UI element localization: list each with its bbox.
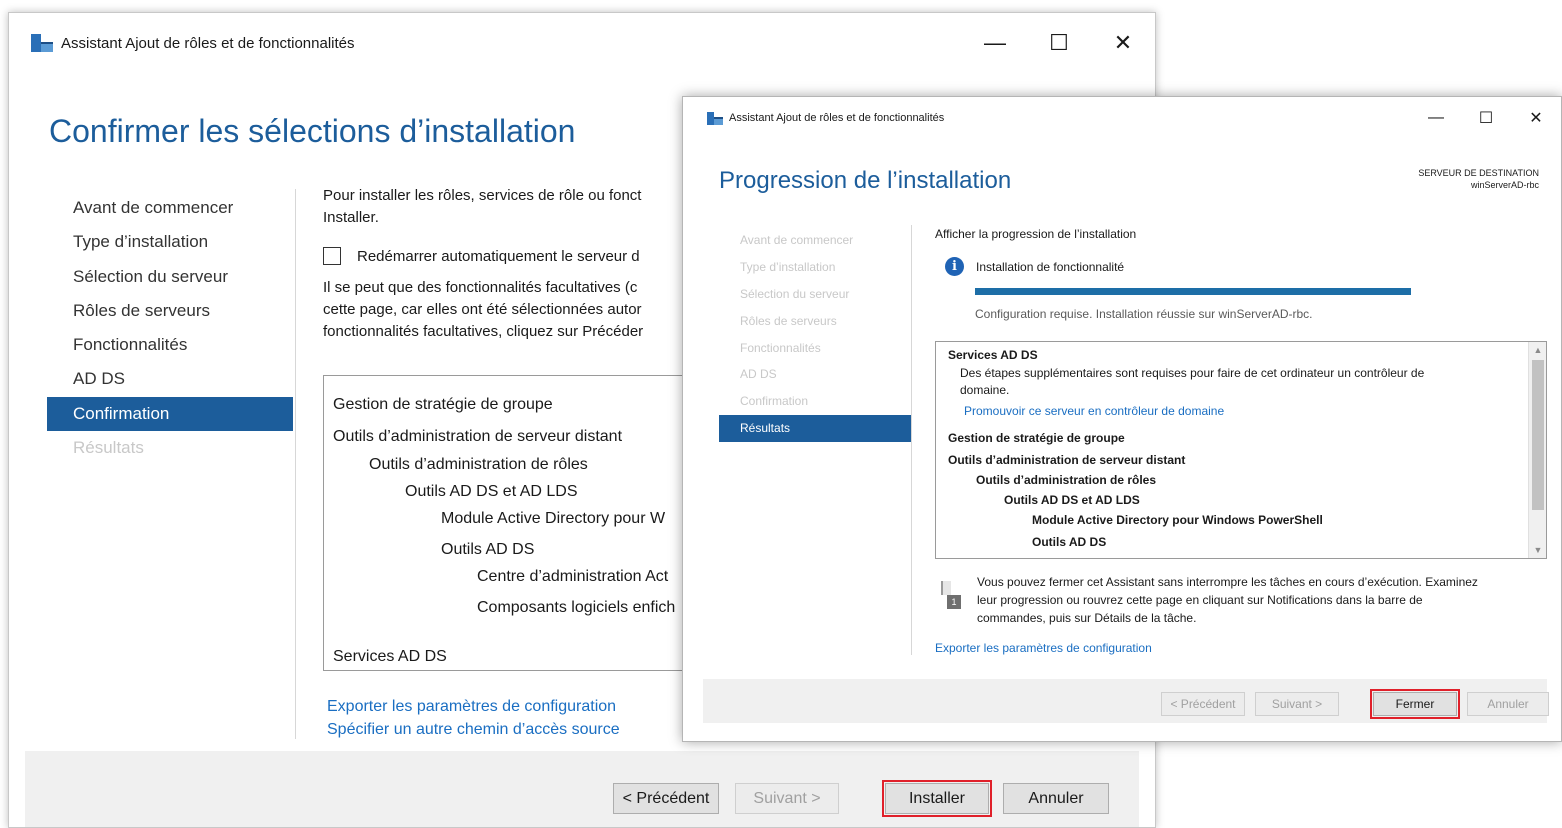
page-title: Confirmer les sélections d’installation <box>49 113 576 149</box>
export-settings-link[interactable]: Exporter les paramètres de configuration <box>935 641 1152 655</box>
nav-item-confirmation[interactable]: Confirmation <box>47 396 293 432</box>
server-manager-icon <box>31 34 53 52</box>
intro-text: Pour installer les rôles, services de rô… <box>323 187 642 226</box>
nav-item-installation-type[interactable]: Type d’installation <box>47 225 293 259</box>
window-controls: — ☐ ✕ <box>963 13 1155 73</box>
destination-server: SERVEUR DE DESTINATION winServerAD-rbc <box>1418 167 1539 191</box>
nav-divider <box>295 189 296 739</box>
minimize-icon[interactable]: — <box>963 23 1027 63</box>
window-title: Assistant Ajout de rôles et de fonctionn… <box>61 34 355 52</box>
links: Exporter les paramètres de configuration… <box>327 695 620 741</box>
close-icon[interactable]: ✕ <box>1511 103 1561 133</box>
page-title: Progression de l’installation <box>719 167 1012 194</box>
maximize-icon[interactable]: ☐ <box>1461 103 1511 133</box>
list-item: Centre d’administration Act <box>477 568 669 585</box>
nav-item-server-roles[interactable]: Rôles de serveurs <box>47 294 293 328</box>
restart-checkbox-label[interactable]: Redémarrer automatiquement le serveur d <box>357 248 640 265</box>
destination-label: SERVEUR DE DESTINATION <box>1418 168 1539 178</box>
list-item: Outils AD DS <box>441 541 535 558</box>
vertical-scrollbar[interactable]: ▲ ▼ <box>1528 342 1546 558</box>
info-icon: i <box>945 257 964 276</box>
list-item: Outils d’administration de rôles <box>976 473 1157 487</box>
restart-checkbox[interactable] <box>323 247 341 265</box>
list-item: domaine. <box>960 383 1010 397</box>
next-button: Suivant > <box>735 783 839 814</box>
list-item: Gestion de stratégie de groupe <box>333 396 553 413</box>
notification-flag-icon: 1 <box>939 581 963 611</box>
server-manager-icon <box>707 111 723 125</box>
title-bar[interactable]: Assistant Ajout de rôles et de fonctionn… <box>683 97 1561 139</box>
nav-divider <box>911 225 912 655</box>
progress-bar-fill <box>975 288 1411 295</box>
nav-item-server-roles: Rôles de serveurs <box>740 313 837 328</box>
list-item: Composants logiciels enfich <box>477 599 676 616</box>
nav-item-confirmation: Confirmation <box>740 394 809 409</box>
list-item: Module Active Directory pour W <box>441 510 666 527</box>
wizard-nav: Avant de commencer Type d’installation S… <box>47 191 293 465</box>
list-item: Services AD DS <box>333 648 447 665</box>
nav-item-before-you-begin: Avant de commencer <box>740 233 854 247</box>
scroll-up-icon[interactable]: ▲ <box>1529 342 1546 358</box>
nav-item-installation-type: Type d’installation <box>740 259 836 274</box>
close-button[interactable]: Fermer <box>1370 689 1460 719</box>
cancel-button[interactable]: Annuler <box>1003 783 1109 814</box>
scrollbar-thumb[interactable] <box>1532 360 1544 510</box>
alternate-source-link[interactable]: Spécifier un autre chemin d’accès source <box>327 718 620 741</box>
nav-item-server-selection[interactable]: Sélection du serveur <box>47 260 293 294</box>
list-item: Outils d’administration de serveur dista… <box>948 453 1186 467</box>
title-bar[interactable]: Assistant Ajout de rôles et de fonctionn… <box>9 13 1155 73</box>
window-controls: — ☐ ✕ <box>1411 97 1561 139</box>
list-item: Services AD DS <box>948 348 1038 362</box>
optional-features-text: Il se peut que des fonctionnalités facul… <box>323 279 644 340</box>
list-item: Gestion de stratégie de groupe <box>948 431 1125 445</box>
progress-content: Afficher la progression de l’installatio… <box>935 227 1547 321</box>
list-item: Outils d’administration de serveur dista… <box>333 428 623 445</box>
nav-item-ad-ds: AD DS <box>740 367 777 382</box>
window-title: Assistant Ajout de rôles et de fonctionn… <box>729 112 945 124</box>
nav-item-ad-ds[interactable]: AD DS <box>47 362 293 396</box>
previous-button: < Précédent <box>1161 692 1245 716</box>
background-notice: 1 Vous pouvez fermer cet Assistant sans … <box>939 573 1539 627</box>
results-list[interactable]: Services AD DS Des étapes supplémentaire… <box>935 341 1547 559</box>
scroll-down-icon[interactable]: ▼ <box>1529 542 1546 558</box>
list-item: Outils d’administration de rôles <box>369 456 588 473</box>
progress-wizard-window: Assistant Ajout de rôles et de fonctionn… <box>682 96 1562 742</box>
install-button[interactable]: Installer <box>882 780 992 817</box>
nav-item-before-you-begin[interactable]: Avant de commencer <box>47 191 293 225</box>
progress-message: Configuration requise. Installation réus… <box>975 307 1313 321</box>
list-item: Outils AD DS et AD LDS <box>1004 493 1140 507</box>
export-settings-link[interactable]: Exporter les paramètres de configuration <box>327 695 620 718</box>
nav-item-server-selection: Sélection du serveur <box>740 286 850 301</box>
restart-option[interactable]: Redémarrer automatiquement le serveur d <box>323 247 723 265</box>
progress-status-row: i Installation de fonctionnalité <box>945 257 1547 276</box>
list-item: Module Active Directory pour Windows Pow… <box>1032 513 1323 527</box>
list-item: Outils AD DS et AD LDS <box>405 483 578 500</box>
nav-item-features: Fonctionnalités <box>740 340 821 355</box>
close-icon[interactable]: ✕ <box>1091 23 1155 63</box>
cancel-button: Annuler <box>1467 692 1549 716</box>
progress-bar <box>975 288 1411 295</box>
list-item: Des étapes supplémentaires sont requises… <box>960 366 1425 380</box>
promote-dc-link[interactable]: Promouvoir ce serveur en contrôleur de d… <box>964 404 1224 418</box>
maximize-icon[interactable]: ☐ <box>1027 23 1091 63</box>
nav-item-results: Résultats <box>73 438 144 458</box>
next-button: Suivant > <box>1255 692 1339 716</box>
nav-item-results[interactable]: Résultats <box>719 415 911 443</box>
progress-heading: Afficher la progression de l’installatio… <box>935 227 1137 241</box>
destination-server-name: winServerAD-rbc <box>1470 180 1539 190</box>
wizard-nav: Avant de commencer Type d’installation S… <box>719 227 911 443</box>
confirmation-content: Pour installer les rôles, services de rô… <box>323 185 723 343</box>
list-item: Outils AD DS <box>1032 535 1107 549</box>
minimize-icon[interactable]: — <box>1411 103 1461 133</box>
selections-list[interactable]: Gestion de stratégie de groupe Outils d’… <box>323 375 743 671</box>
nav-item-features[interactable]: Fonctionnalités <box>47 328 293 362</box>
previous-button[interactable]: < Précédent <box>613 783 719 814</box>
progress-status: Installation de fonctionnalité <box>976 259 1125 274</box>
